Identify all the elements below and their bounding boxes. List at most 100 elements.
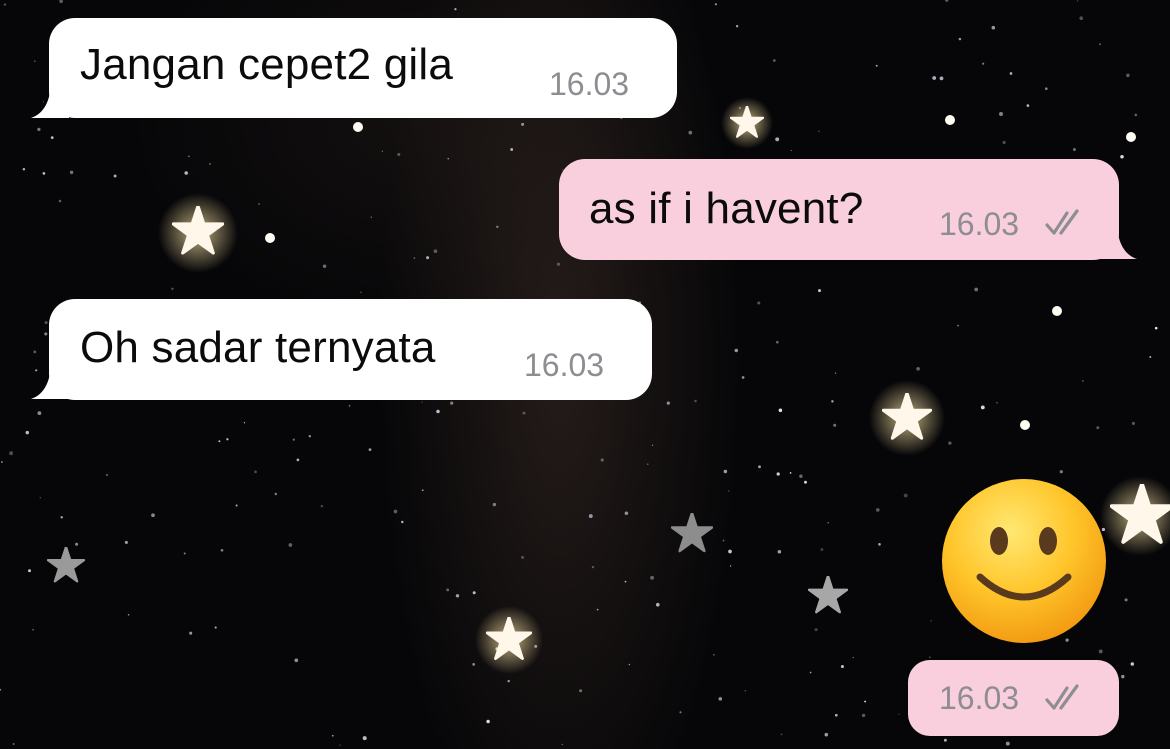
star-dot — [948, 441, 952, 445]
star-dot — [33, 350, 37, 354]
star-dot — [492, 502, 497, 507]
star-dot — [58, 199, 62, 203]
star-dot — [44, 321, 48, 324]
star-dot — [362, 736, 367, 741]
star-dot — [1154, 326, 1158, 330]
star-dot — [957, 324, 959, 327]
message-timestamp: 16.03 — [524, 347, 605, 383]
star-dot — [447, 158, 449, 160]
star-dot — [688, 130, 693, 135]
star-dot — [209, 163, 211, 165]
star-dot — [758, 465, 761, 469]
star-dot — [1005, 741, 1010, 746]
star-dot — [472, 663, 476, 666]
star-dot — [401, 520, 404, 524]
star-dot — [734, 348, 739, 353]
star-dot — [916, 366, 920, 371]
star-dot — [982, 62, 985, 65]
star-dot — [932, 76, 937, 80]
star-dot — [226, 438, 229, 441]
star-dot — [831, 400, 834, 403]
star-dot — [790, 149, 792, 152]
star-dot — [421, 489, 424, 492]
outgoing-message-bubble[interactable]: as if i havent? 16.03 — [559, 159, 1119, 260]
star-dot — [9, 451, 14, 456]
star-dot — [320, 504, 324, 508]
star-dot — [728, 549, 732, 554]
dim-star-icon — [809, 576, 847, 612]
star-dot — [713, 654, 715, 656]
star-dot — [171, 287, 174, 291]
star-dot — [127, 614, 130, 616]
glowing-star-icon — [721, 97, 773, 149]
star-dot — [1126, 73, 1130, 78]
star-dot — [861, 713, 866, 718]
star-dot — [834, 372, 837, 374]
star-dot — [339, 744, 341, 746]
star-dot — [694, 399, 697, 403]
star-dot — [486, 719, 490, 724]
bubble-tail — [1099, 221, 1137, 259]
star-dot — [939, 76, 944, 81]
star-dot — [814, 628, 818, 632]
star-dot — [1072, 148, 1076, 151]
star-dot — [809, 671, 812, 674]
star-dot — [368, 448, 372, 451]
star-dot — [296, 458, 300, 462]
star-dot — [735, 25, 739, 28]
incoming-message-bubble[interactable]: Oh sadar ternyata 16.03 — [49, 299, 652, 400]
star-dot — [507, 679, 510, 683]
star-dot — [44, 332, 48, 336]
star-dot — [827, 522, 829, 524]
star-dot — [730, 565, 732, 567]
star-dot — [799, 474, 803, 479]
glowing-star-icon — [158, 193, 238, 273]
incoming-message-bubble[interactable]: Jangan cepet2 gila 16.03 — [49, 18, 677, 118]
star-dot — [1121, 674, 1125, 679]
star-dot — [1098, 649, 1103, 654]
star-dot — [50, 136, 54, 139]
star-dot — [679, 711, 682, 714]
star-dot — [322, 264, 327, 268]
star-dot — [294, 658, 299, 663]
star-dot — [37, 127, 41, 132]
star-dot — [243, 422, 246, 424]
message-text: as if i havent? — [589, 184, 864, 233]
star-dot — [522, 411, 526, 415]
star-dot — [0, 688, 2, 691]
star-dot — [974, 287, 979, 292]
star-dot — [624, 511, 629, 515]
star-dot — [124, 540, 128, 544]
star-dot — [776, 340, 779, 344]
star-dot — [12, 743, 15, 745]
star-dot — [235, 504, 238, 507]
star-dot — [381, 150, 384, 152]
star-dot — [561, 743, 564, 746]
star-dot — [600, 458, 604, 462]
star-dot — [945, 115, 955, 125]
star-dot — [69, 170, 74, 175]
star-dot — [34, 60, 36, 63]
star-dot — [113, 174, 117, 178]
dim-star-icon — [48, 547, 84, 581]
star-dot — [1052, 306, 1062, 316]
star-dot — [258, 203, 260, 205]
star-dot — [718, 697, 723, 701]
star-dot — [1131, 421, 1135, 425]
star-dot — [852, 656, 854, 659]
star-dot — [804, 480, 807, 484]
slightly-smiling-face-icon[interactable] — [940, 477, 1108, 645]
star-dot — [218, 440, 221, 443]
star-dot — [32, 628, 34, 631]
star-dot — [903, 493, 908, 498]
star-dot — [996, 402, 998, 404]
glowing-star-icon — [869, 380, 945, 456]
star-dot — [1002, 140, 1006, 145]
star-dot — [898, 713, 900, 715]
message-timestamp: 16.03 — [939, 206, 1020, 242]
star-dot — [37, 411, 42, 415]
star-dot — [991, 25, 996, 30]
star-dot — [455, 594, 460, 598]
star-dot — [958, 37, 962, 41]
star-dot — [980, 405, 985, 410]
